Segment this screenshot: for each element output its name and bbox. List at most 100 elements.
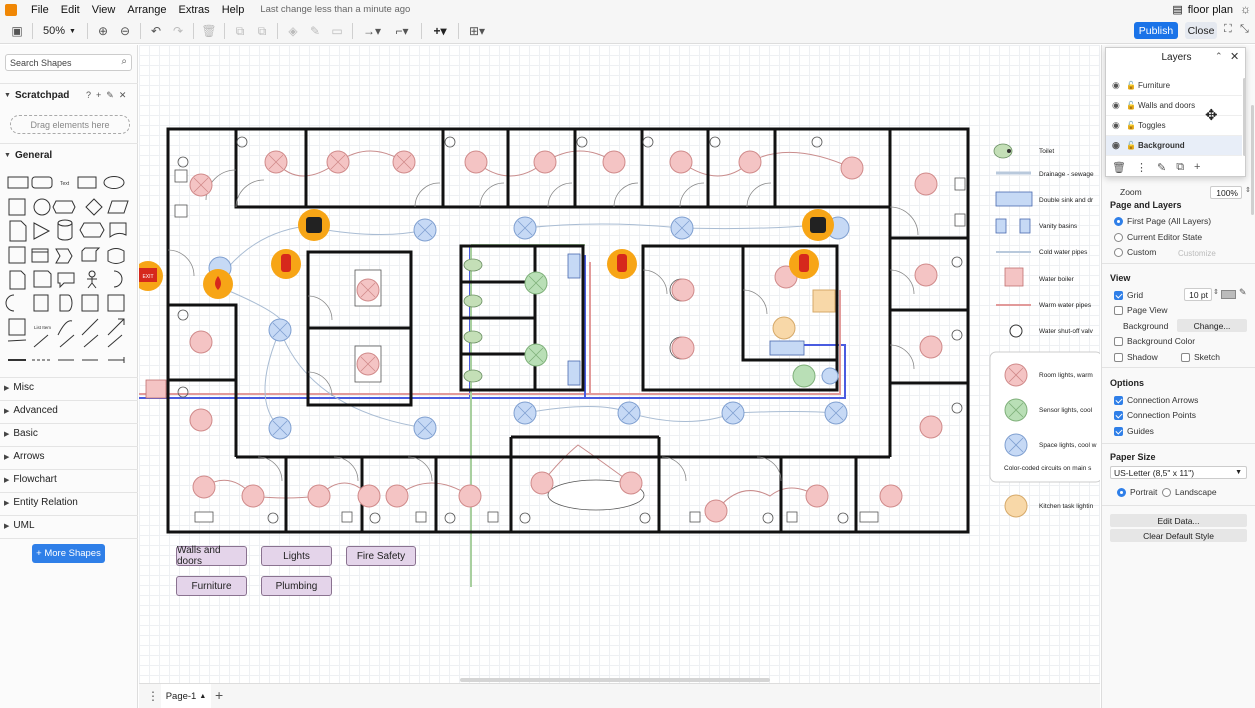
layer-row-furniture[interactable]: ◉ 🔓 Furniture — [1106, 76, 1242, 96]
menu-extras[interactable]: Extras — [173, 4, 216, 16]
chevron-up-icon[interactable]: ⌃ — [1215, 51, 1223, 62]
to-front-icon[interactable]: ⧉ — [229, 21, 251, 41]
close-icon[interactable]: ✕ — [1230, 50, 1239, 63]
diagram-canvas[interactable]: EXIT Toilet Drainage - sewage Double sin… — [139, 45, 1100, 683]
waypoints-icon[interactable]: ⌐▾ — [387, 21, 417, 41]
background-color-checkbox[interactable]: Background Color — [1114, 336, 1195, 346]
edit-icon[interactable]: ✎ — [106, 90, 114, 101]
fullscreen-icon[interactable]: ⛶ — [1224, 23, 1232, 36]
theme-sun-icon[interactable]: ☼ — [1240, 2, 1251, 16]
uml-header[interactable]: ▶ UML — [4, 520, 35, 531]
clear-default-style-button[interactable]: Clear Default Style — [1110, 529, 1247, 542]
more-shapes-button[interactable]: + More Shapes — [32, 544, 105, 563]
change-background-button[interactable]: Change... — [1177, 319, 1247, 332]
eye-icon[interactable]: ◉ — [1112, 120, 1126, 131]
zoom-in-icon[interactable]: ⊕ — [92, 21, 114, 41]
scratchpad-dropzone[interactable]: Drag elements here — [10, 115, 130, 134]
edit-grid-color-icon[interactable]: ✎ — [1239, 287, 1247, 298]
advanced-header[interactable]: ▶ Advanced — [4, 405, 58, 416]
to-back-icon[interactable]: ⧉ — [251, 21, 273, 41]
misc-header[interactable]: ▶ Misc — [4, 382, 34, 393]
lock-icon[interactable]: 🔓 — [1126, 141, 1138, 150]
connection-points-checkbox[interactable]: Connection Points — [1114, 410, 1196, 420]
portrait-radio[interactable]: Portrait — [1117, 487, 1157, 497]
redo-icon[interactable]: ↷ — [167, 21, 189, 41]
radio-current-editor-state[interactable]: Current Editor State — [1114, 232, 1202, 242]
close-icon[interactable]: ✕ — [119, 90, 127, 101]
entity-relation-header[interactable]: ▶ Entity Relation — [4, 497, 78, 508]
zoom-stepper-icon[interactable]: ⇕ — [1245, 186, 1251, 194]
grid-size-field[interactable]: 10 pt — [1184, 288, 1212, 301]
customize-button[interactable]: Customize — [1178, 249, 1216, 258]
eye-icon[interactable]: ◉ — [1112, 100, 1126, 111]
landscape-radio[interactable]: Landscape — [1162, 487, 1217, 497]
lock-icon[interactable]: 🔓 — [1126, 121, 1138, 130]
insert-icon[interactable]: +▾ — [426, 21, 454, 41]
table-icon[interactable]: ⊞▾ — [463, 21, 491, 41]
guides-checkbox[interactable]: Guides — [1114, 426, 1154, 436]
pages-menu-icon[interactable]: ⋮ — [147, 689, 159, 703]
document-title[interactable]: ▤ floor plan — [1172, 3, 1233, 17]
toggle-furniture-button[interactable]: Furniture — [176, 576, 247, 596]
delete-layer-icon[interactable]: 🗑 — [1112, 161, 1126, 174]
connection-icon[interactable]: →▾ — [357, 21, 387, 41]
page-tab[interactable]: Page-1 ▲ — [161, 684, 211, 708]
edit-data-button[interactable]: Edit Data... — [1110, 514, 1247, 527]
connection-arrows-checkbox[interactable]: Connection Arrows — [1114, 395, 1198, 405]
menu-view[interactable]: View — [86, 4, 122, 16]
fill-color-icon[interactable]: ◈ — [282, 21, 304, 41]
zoom-out-icon[interactable]: ⊖ — [114, 21, 136, 41]
delete-icon[interactable]: 🗑 — [198, 21, 220, 41]
duplicate-layer-icon[interactable]: ⧉ — [1176, 161, 1184, 174]
menu-help[interactable]: Help — [216, 4, 251, 16]
last-change-status[interactable]: Last change less than a minute ago — [260, 4, 410, 15]
zoom-field[interactable]: 100% — [1210, 186, 1242, 199]
line-color-icon[interactable]: ✎ — [304, 21, 326, 41]
help-icon[interactable]: ? — [86, 90, 91, 101]
close-button[interactable]: Close — [1185, 22, 1217, 39]
flowchart-header[interactable]: ▶ Flowchart — [4, 474, 57, 485]
add-page-icon[interactable]: + — [215, 687, 223, 703]
search-shapes-input[interactable]: Search Shapes ⌕ — [5, 54, 132, 71]
toggle-plumbing-button[interactable]: Plumbing — [261, 576, 332, 596]
eye-icon[interactable]: ◉ — [1112, 140, 1126, 151]
publish-button[interactable]: Publish — [1134, 22, 1178, 39]
grid-stepper-icon[interactable]: ⇕ — [1213, 288, 1219, 296]
general-shapes-palette[interactable]: Text List Item — [4, 171, 134, 367]
add-layer-icon[interactable]: + — [1194, 161, 1200, 174]
arrows-header[interactable]: ▶ Arrows — [4, 451, 45, 462]
undo-icon[interactable]: ↶ — [145, 21, 167, 41]
more-icon[interactable]: ⋮ — [1136, 161, 1147, 174]
toggle-walls-and-doors-button[interactable]: Walls and doors — [176, 545, 247, 567]
format-panel-scrollbar[interactable] — [1251, 105, 1254, 215]
lock-icon[interactable]: 🔓 — [1126, 81, 1138, 90]
radio-first-page[interactable]: First Page (All Layers) — [1114, 216, 1211, 226]
menu-arrange[interactable]: Arrange — [121, 4, 172, 16]
paper-size-select[interactable]: US-Letter (8,5" x 11") ▼ — [1110, 466, 1247, 479]
grid-checkbox[interactable]: Grid — [1114, 290, 1143, 300]
general-header[interactable]: ▼ General — [4, 150, 52, 161]
basic-header[interactable]: ▶ Basic — [4, 428, 38, 439]
toggle-fire-safety-button[interactable]: Fire Safety — [346, 546, 416, 566]
layer-row-background[interactable]: ◉ 🔓 Background — [1106, 136, 1242, 156]
collapse-icon[interactable]: ⤡ — [1240, 23, 1249, 36]
menu-edit[interactable]: Edit — [55, 4, 86, 16]
shadow-checkbox[interactable]: Shadow — [1114, 352, 1158, 362]
edit-layer-icon[interactable]: ✎ — [1157, 161, 1166, 174]
search-icon[interactable]: ⌕ — [121, 56, 127, 67]
menu-file[interactable]: File — [25, 4, 55, 16]
grid-color-swatch[interactable] — [1221, 290, 1236, 299]
layers-scrollbar[interactable] — [1243, 78, 1246, 156]
layers-dialog-title[interactable]: Layers — [1106, 52, 1247, 63]
page-view-checkbox[interactable]: Page View — [1114, 305, 1167, 315]
layer-row-toggles[interactable]: ◉ 🔓 Toggles — [1106, 116, 1242, 136]
scratchpad-header[interactable]: ▼ Scratchpad — [4, 90, 69, 101]
layer-row-walls-and-doors[interactable]: ◉ 🔓 Walls and doors — [1106, 96, 1242, 116]
toggle-lights-button[interactable]: Lights — [261, 546, 332, 566]
format-panel-toggle-icon[interactable]: ▣ — [6, 21, 28, 41]
lock-icon[interactable]: 🔓 — [1126, 101, 1138, 110]
horizontal-scrollbar[interactable] — [460, 678, 770, 682]
shadow-icon[interactable]: ▭ — [326, 21, 348, 41]
eye-icon[interactable]: ◉ — [1112, 80, 1126, 91]
zoom-select[interactable]: 50% ▼ — [37, 25, 83, 37]
